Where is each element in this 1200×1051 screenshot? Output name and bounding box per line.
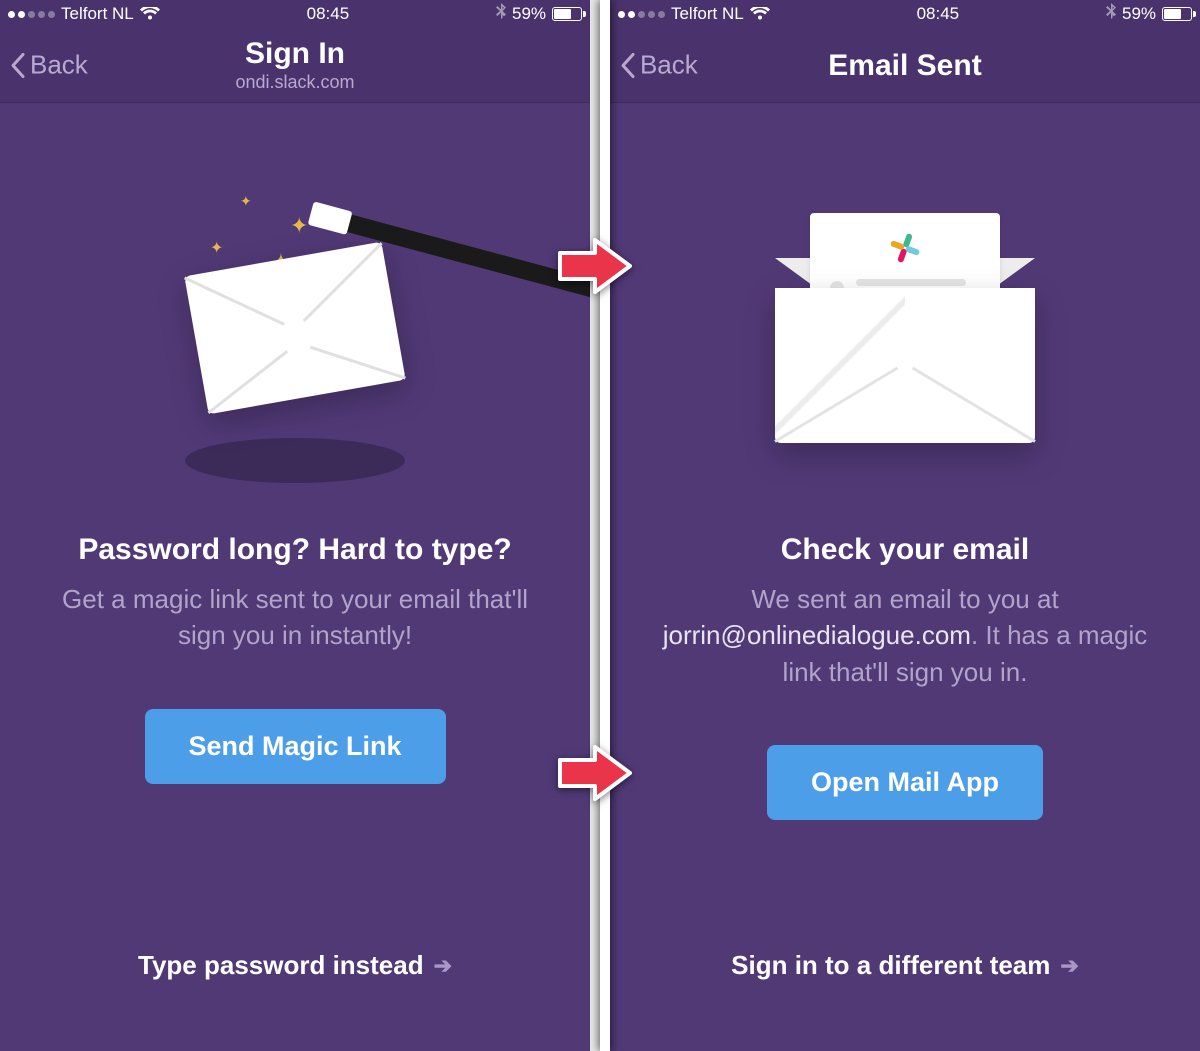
nav-bar: Back Sign In ondi.slack.com: [0, 28, 590, 103]
signal-dots-icon: [8, 11, 55, 18]
clock-label: 08:45: [917, 4, 960, 24]
carrier-label: Telfort NL: [61, 4, 134, 24]
screen-divider: [600, 0, 610, 1051]
page-title: Sign In: [235, 37, 354, 70]
page-title: Email Sent: [828, 49, 981, 82]
back-button[interactable]: Back: [10, 50, 88, 81]
status-bar: Telfort NL 08:45 59%: [610, 0, 1200, 28]
footer-link-label: Type password instead: [138, 950, 424, 981]
email-address: jorrin@onlinedialogue.com: [663, 620, 971, 650]
email-sent-illustration: [650, 163, 1160, 493]
heading: Check your email: [781, 533, 1029, 567]
wifi-icon: [140, 7, 160, 21]
different-team-link[interactable]: Sign in to a different team ➔: [731, 950, 1079, 1021]
bluetooth-icon: [496, 3, 506, 26]
back-label: Back: [640, 50, 698, 81]
battery-icon: [552, 7, 582, 21]
nav-bar: Back Email Sent: [610, 28, 1200, 103]
bluetooth-icon: [1106, 3, 1116, 26]
screen-sign-in: Telfort NL 08:45 59% Back Sign In: [0, 0, 590, 1051]
signal-dots-icon: [618, 11, 665, 18]
chevron-left-icon: [620, 51, 636, 79]
flow-arrow-icon: [555, 742, 635, 804]
subheading: Get a magic link sent to your email that…: [40, 581, 550, 654]
back-label: Back: [30, 50, 88, 81]
heading: Password long? Hard to type?: [78, 533, 511, 567]
magic-link-illustration: ✦✦✦ ✦✦✦ ✦✦✦: [40, 163, 550, 493]
open-mail-app-button[interactable]: Open Mail App: [767, 745, 1043, 820]
arrow-right-icon: ➔: [1060, 953, 1078, 979]
footer-link-label: Sign in to a different team: [731, 950, 1050, 981]
wifi-icon: [750, 7, 770, 21]
carrier-label: Telfort NL: [671, 4, 744, 24]
subheading: We sent an email to you at jorrin@online…: [650, 581, 1160, 690]
flow-arrow-icon: [555, 235, 635, 297]
page-subtitle: ondi.slack.com: [235, 72, 354, 93]
send-magic-link-button[interactable]: Send Magic Link: [145, 709, 446, 784]
battery-icon: [1162, 7, 1192, 21]
type-password-link[interactable]: Type password instead ➔: [138, 950, 452, 1021]
envelope-icon: [775, 288, 1035, 443]
back-button[interactable]: Back: [620, 50, 698, 81]
slack-logo-icon: [888, 231, 922, 265]
clock-label: 08:45: [307, 4, 350, 24]
battery-pct-label: 59%: [512, 4, 546, 24]
battery-pct-label: 59%: [1122, 4, 1156, 24]
status-bar: Telfort NL 08:45 59%: [0, 0, 590, 28]
screen-email-sent: Telfort NL 08:45 59% Back Email Sent: [610, 0, 1200, 1051]
chevron-left-icon: [10, 51, 26, 79]
arrow-right-icon: ➔: [434, 953, 452, 979]
